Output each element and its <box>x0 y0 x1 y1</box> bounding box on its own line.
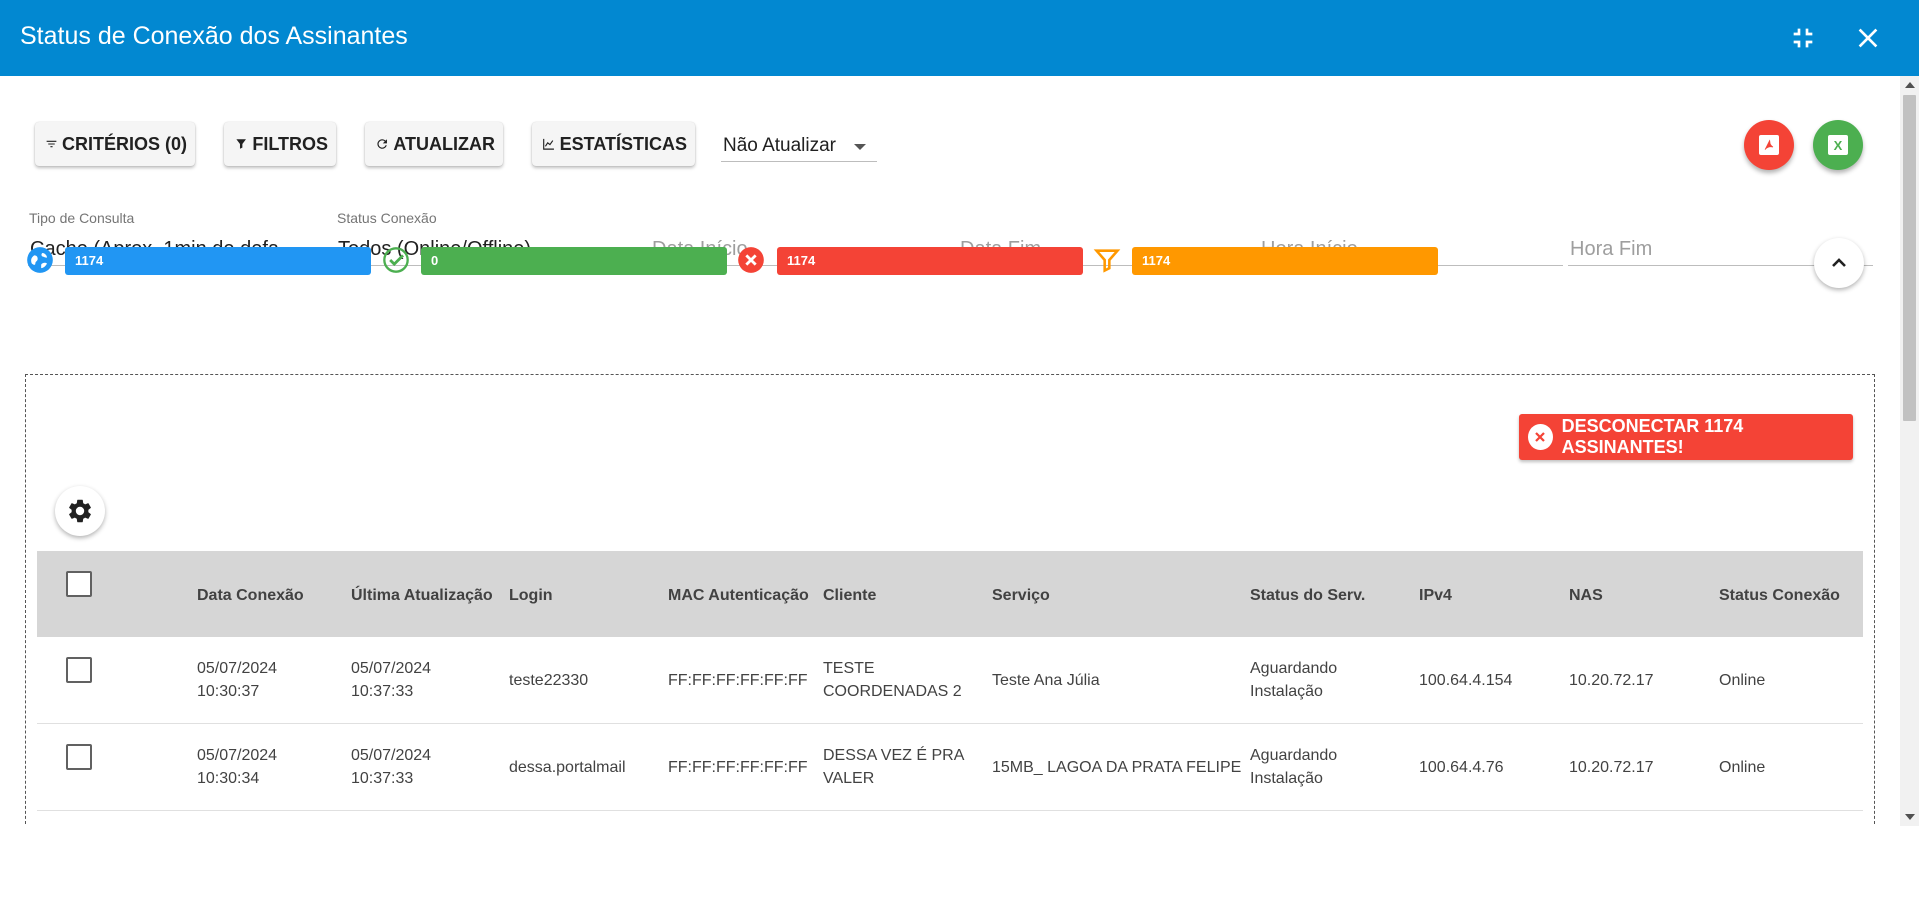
table-row[interactable] <box>37 811 1863 826</box>
cell-status-conexao: Online <box>1719 759 1766 776</box>
cell-nas: 10.20.72.17 <box>1569 672 1654 689</box>
scrollbar-thumb[interactable] <box>1903 95 1916 421</box>
cell-cliente: TESTE COORDENADAS 2 <box>823 660 962 700</box>
disconnect-all-button[interactable]: DESCONECTAR 1174 ASSINANTES! <box>1519 414 1853 460</box>
scroll-down-icon[interactable] <box>1905 814 1915 820</box>
globe-icon <box>26 246 54 274</box>
close-icon[interactable] <box>1852 22 1884 54</box>
filter-outline-icon <box>1093 246 1121 274</box>
cell-status-serv: Aguardando Instalação <box>1250 747 1338 787</box>
vertical-scrollbar[interactable] <box>1900 76 1919 826</box>
stat-online-bar[interactable]: 0 <box>421 247 727 275</box>
check-circle-icon <box>382 246 410 274</box>
disconnect-all-label: DESCONECTAR 1174 ASSINANTES! <box>1561 416 1744 457</box>
cell-ultima-atualizacao: 05/07/2024 10:37:33 <box>351 747 432 787</box>
col-cliente[interactable]: Cliente <box>823 587 876 605</box>
table-row[interactable]: 05/07/2024 10:30:34 05/07/2024 10:37:33 de… <box>37 724 1863 811</box>
col-data-conexao[interactable]: Data Conexão <box>197 587 304 605</box>
table-settings-button[interactable] <box>55 486 105 536</box>
cell-login: dessa.portalmail <box>509 759 626 776</box>
cell-mac: FF:FF:FF:FF:FF:FF <box>668 672 808 689</box>
cell-data-conexao: 05/07/2024 10:30:34 <box>197 747 278 787</box>
cell-nas: 10.20.72.17 <box>1569 759 1654 776</box>
dialog-content: CRITÉRIOS (0) FILTROS ATUALIZAR ESTATÍST… <box>0 76 1900 826</box>
table-header: Data Conexão Última Atualização Login MA… <box>37 551 1863 637</box>
col-status-conexao[interactable]: Status Conexão <box>1719 587 1840 605</box>
cell-login: teste22330 <box>509 672 589 689</box>
cell-mac: FF:FF:FF:FF:FF:FF <box>668 759 808 776</box>
stat-total-bar[interactable]: 1174 <box>65 247 371 275</box>
cell-ultima-atualizacao: 05/07/2024 10:37:33 <box>351 660 432 700</box>
row-checkbox[interactable] <box>66 744 92 770</box>
fullscreen-exit-icon[interactable] <box>1787 22 1819 54</box>
row-checkbox[interactable] <box>66 657 92 683</box>
cell-servico: Teste Ana Júlia <box>992 672 1100 689</box>
cell-ipv4: 100.64.4.76 <box>1419 759 1504 776</box>
collapse-stats-button[interactable] <box>1814 238 1864 288</box>
cell-servico: 15MB_ LAGOA DA PRATA FELIPE <box>992 759 1242 776</box>
chevron-up-icon <box>1832 258 1846 267</box>
cancel-circle-icon <box>737 246 765 274</box>
col-mac-autenticacao[interactable]: MAC Autenticação <box>668 587 809 605</box>
cell-cliente: DESSA VEZ É PRA VALER <box>823 747 965 787</box>
cell-status-serv: Aguardando Instalação <box>1250 660 1338 700</box>
col-nas[interactable]: NAS <box>1569 587 1603 605</box>
stats-row: 1174 0 1174 1174 DESCONECTAR 1174 ASSINA… <box>0 76 1900 826</box>
cancel-icon <box>1528 424 1553 450</box>
table-row[interactable]: 05/07/2024 10:30:37 05/07/2024 10:37:33 te… <box>37 637 1863 724</box>
stat-filtered-bar[interactable]: 1174 <box>1132 247 1438 275</box>
stat-offline-bar[interactable]: 1174 <box>777 247 1083 275</box>
dialog-titlebar: Status de Conexão dos Assinantes <box>0 0 1919 76</box>
col-status-serv[interactable]: Status do Serv. <box>1250 587 1365 605</box>
scroll-up-icon[interactable] <box>1905 82 1915 88</box>
col-ipv4[interactable]: IPv4 <box>1419 587 1452 605</box>
cell-status-conexao: Online <box>1719 672 1766 689</box>
col-ultima-atualizacao[interactable]: Última Atualização <box>351 587 493 605</box>
col-servico[interactable]: Serviço <box>992 587 1050 605</box>
gear-icon <box>69 499 91 523</box>
cell-data-conexao: 05/07/2024 10:30:37 <box>197 660 278 700</box>
col-login[interactable]: Login <box>509 587 553 605</box>
dialog-title: Status de Conexão dos Assinantes <box>20 22 408 50</box>
select-all-checkbox[interactable] <box>66 571 92 597</box>
cell-ipv4: 100.64.4.154 <box>1419 672 1513 689</box>
